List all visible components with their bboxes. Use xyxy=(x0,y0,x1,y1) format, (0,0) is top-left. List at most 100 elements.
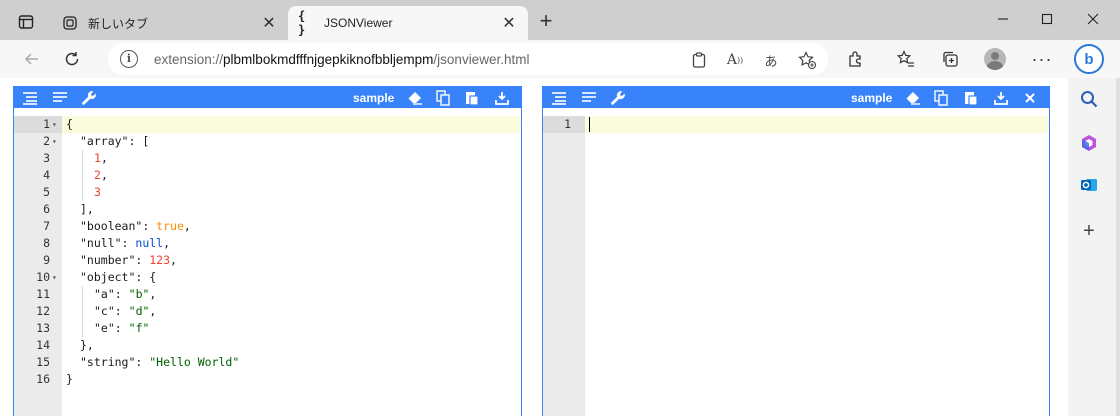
read-aloud-icon[interactable]: A)) xyxy=(724,49,746,71)
line-number: 5 xyxy=(43,185,50,199)
add-favorite-icon[interactable] xyxy=(796,49,818,71)
format-button[interactable] xyxy=(551,89,567,106)
paste-button[interactable] xyxy=(964,89,978,106)
code-line[interactable]: 53 xyxy=(14,184,521,201)
code-text: 1, xyxy=(94,151,108,165)
format-button[interactable] xyxy=(22,89,38,106)
code-line[interactable]: 12 "c": "d", xyxy=(14,303,521,320)
extensions-button[interactable] xyxy=(844,48,868,70)
fold-toggle-icon[interactable]: ▾ xyxy=(52,116,57,133)
code-line[interactable]: 11 "a": "b", xyxy=(14,286,521,303)
clipboard-icon[interactable] xyxy=(688,49,710,71)
code-line[interactable]: 8 "null": null, xyxy=(14,235,521,252)
download-button[interactable] xyxy=(495,89,509,106)
refresh-icon xyxy=(65,52,79,66)
add-sidebar-app-button[interactable]: + xyxy=(1078,220,1100,242)
address-url[interactable]: extension://plbmlbokmdfffnjgepkiknofbblj… xyxy=(154,52,529,67)
office-sidebar-button[interactable] xyxy=(1078,132,1100,154)
code-line[interactable]: 1 ▾ { xyxy=(14,116,521,133)
indent-guide xyxy=(82,286,83,303)
refresh-button[interactable] xyxy=(58,46,86,72)
format-icon xyxy=(552,91,566,105)
code-line[interactable]: 7 "boolean": true, xyxy=(14,218,521,235)
close-pane-button[interactable] xyxy=(1024,89,1036,106)
favorites-button[interactable] xyxy=(894,48,918,70)
tab-title: 新しいタブ xyxy=(88,16,149,31)
close-tab-icon[interactable]: ✕ xyxy=(498,12,520,34)
code-line[interactable]: 6], xyxy=(14,201,521,218)
outlook-sidebar-button[interactable] xyxy=(1078,174,1100,196)
new-tab-button[interactable]: + xyxy=(534,10,558,34)
sample-button[interactable]: sample xyxy=(353,89,394,106)
code-line[interactable]: 2 ▾ "array": [ xyxy=(14,133,521,150)
code-line[interactable]: 15 "string": "Hello World" xyxy=(14,354,521,371)
address-bar[interactable]: i extension://plbmlbokmdfffnjgepkiknofbb… xyxy=(108,43,828,75)
avatar xyxy=(984,48,1006,70)
minimize-button[interactable] xyxy=(980,4,1026,34)
back-button[interactable] xyxy=(18,46,46,72)
indent-guide xyxy=(82,150,83,167)
code-line[interactable]: 1 xyxy=(543,116,1049,133)
download-button[interactable] xyxy=(994,89,1008,106)
code-line[interactable]: 4 2, xyxy=(14,167,521,184)
collections-button[interactable] xyxy=(938,48,962,70)
code-text: ], xyxy=(80,202,94,216)
code-line[interactable]: 13 "e": "f" xyxy=(14,320,521,337)
search-sidebar-button[interactable] xyxy=(1078,88,1100,110)
compact-icon xyxy=(582,91,596,102)
copy-button[interactable] xyxy=(436,89,450,106)
code-text: "object": { xyxy=(80,270,157,284)
repair-button[interactable] xyxy=(610,89,626,106)
translate-icon[interactable]: あ xyxy=(760,49,782,71)
line-number-gutter xyxy=(543,116,585,416)
code-text: "string": "Hello World" xyxy=(80,355,240,369)
sidebar-scrollbar[interactable] xyxy=(1116,78,1120,416)
clear-button[interactable] xyxy=(407,89,423,106)
new-tab-page-icon xyxy=(62,15,78,31)
code-line[interactable]: 3 1, xyxy=(14,150,521,167)
fold-toggle-icon[interactable]: ▾ xyxy=(52,269,57,286)
copy-icon xyxy=(436,89,450,106)
wrench-icon xyxy=(82,90,96,105)
maximize-button[interactable] xyxy=(1024,4,1070,34)
line-number: 16 xyxy=(36,372,50,386)
close-tab-icon[interactable]: ✕ xyxy=(258,12,280,34)
line-number: 8 xyxy=(43,236,50,250)
profile-button[interactable] xyxy=(983,48,1007,70)
sample-button[interactable]: sample xyxy=(851,89,892,106)
code-editor[interactable]: 1 xyxy=(543,116,1049,416)
compact-button[interactable] xyxy=(581,89,597,106)
browser-toolbar: i extension://plbmlbokmdfffnjgepkiknofbb… xyxy=(0,40,1120,78)
line-number: 9 xyxy=(43,253,50,267)
fold-toggle-icon[interactable]: ▾ xyxy=(52,133,57,150)
info-icon[interactable]: i xyxy=(120,50,138,68)
repair-button[interactable] xyxy=(81,89,97,106)
code-editor[interactable]: 1 ▾{2 ▾ "array": [3 1, 4 2, 5 3 6], 7 "boolean": tr… xyxy=(14,116,521,416)
code-line[interactable]: 10 ▾ "object": { xyxy=(14,269,521,286)
clear-button[interactable] xyxy=(905,89,921,106)
code-text: "number": 123, xyxy=(80,253,177,267)
code-text: 3 xyxy=(94,185,101,199)
ellipsis-icon: ··· xyxy=(1031,48,1053,69)
tab-jsonviewer[interactable]: { } JSONViewer ✕ xyxy=(288,6,528,40)
json-editor-left: sample 1 ▾{2 ▾ "array": [3 1, 4 2, 5 3 6], 7 "boole… xyxy=(13,86,522,416)
code-line[interactable]: 14}, xyxy=(14,337,521,354)
more-options-button[interactable]: ··· xyxy=(1030,48,1054,70)
bing-copilot-button[interactable]: b xyxy=(1074,44,1104,74)
tab-new-tab[interactable]: 新しいタブ ✕ xyxy=(52,6,288,40)
close-window-button[interactable] xyxy=(1070,4,1116,34)
code-line[interactable]: 16} xyxy=(14,371,521,388)
code-line[interactable]: 9 "number": 123, xyxy=(14,252,521,269)
page-content: sample 1 ▾{2 ▾ "array": [3 1, 4 2, 5 3 6], 7 "boole… xyxy=(0,78,1068,416)
copy-button[interactable] xyxy=(934,89,948,106)
paste-button[interactable] xyxy=(465,89,479,106)
wrench-icon xyxy=(611,90,625,105)
minimize-icon xyxy=(998,18,1008,20)
line-number: 4 xyxy=(43,168,50,182)
arrow-left-icon xyxy=(24,53,38,65)
code-text: "c": "d", xyxy=(94,304,157,318)
copy-icon xyxy=(934,89,948,106)
maximize-icon xyxy=(1041,13,1053,25)
tab-actions-button[interactable] xyxy=(10,10,42,34)
compact-button[interactable] xyxy=(52,89,68,106)
